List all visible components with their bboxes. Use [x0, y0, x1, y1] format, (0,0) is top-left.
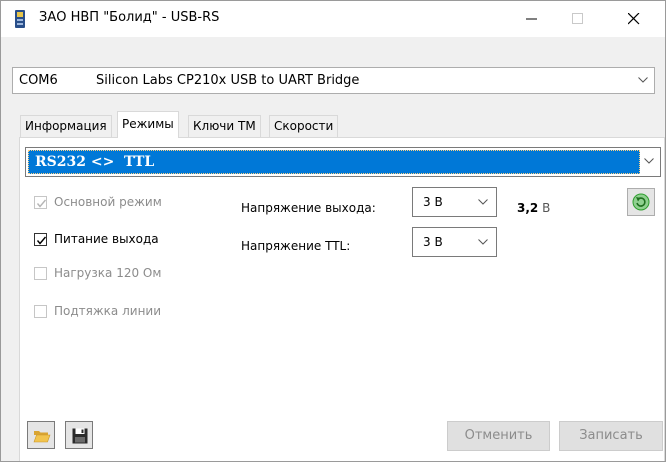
tab-tm-keys[interactable]: Ключи ТМ [188, 115, 261, 137]
check-icon [36, 236, 47, 245]
port-select[interactable]: COM6 Silicon Labs CP210x USB to UART Bri… [12, 67, 655, 94]
usb-device-icon [14, 10, 26, 28]
output-voltage-select[interactable]: 3 В [412, 187, 497, 217]
mode-value: RS232 <> TTL [35, 154, 160, 170]
measured-voltage: 3,2 В [517, 201, 550, 215]
chevron-down-icon [478, 239, 488, 245]
mode-select[interactable]: RS232 <> TTL [25, 147, 661, 177]
main-mode-label: Основной режим [54, 195, 162, 209]
minimize-button[interactable] [509, 1, 555, 37]
port-name: COM6 [19, 73, 58, 88]
modes-panel [19, 137, 665, 461]
chevron-down-icon [638, 77, 648, 83]
ttl-voltage-select[interactable]: 3 В [412, 227, 497, 257]
maximize-icon [572, 13, 583, 24]
measured-voltage-unit: В [542, 201, 551, 215]
load-120-label: Нагрузка 120 Ом [54, 266, 162, 280]
measured-voltage-value: 3,2 [517, 201, 539, 215]
maximize-button[interactable] [555, 1, 601, 37]
minimize-icon [526, 18, 537, 20]
tab-speeds[interactable]: Скорости [269, 115, 339, 137]
save-file-button[interactable] [65, 421, 93, 449]
refresh-icon [632, 193, 650, 211]
close-icon [628, 13, 640, 25]
check-icon [36, 199, 47, 208]
mode-selected-item: RS232 <> TTL [28, 150, 640, 174]
window-title: ЗАО НВП "Болид" - USB-RS [39, 10, 220, 25]
tab-info[interactable]: Информация [20, 115, 112, 137]
write-button[interactable]: Записать [559, 421, 663, 451]
chevron-down-icon [478, 199, 488, 205]
tab-modes[interactable]: Режимы [117, 111, 179, 138]
refresh-voltage-button[interactable] [627, 188, 655, 216]
output-voltage-label: Напряжение выхода: [241, 201, 376, 215]
port-description: Silicon Labs CP210x USB to UART Bridge [96, 73, 360, 88]
save-icon [72, 428, 88, 444]
output-voltage-value: 3 В [423, 195, 443, 209]
ttl-voltage-value: 3 В [423, 235, 443, 249]
title-bar: ЗАО НВП "Болид" - USB-RS [1, 1, 665, 37]
ttl-voltage-label: Напряжение TTL: [241, 239, 351, 253]
cancel-button[interactable]: Отменить [447, 421, 550, 451]
app-window: ЗАО НВП "Болид" - USB-RS COM6 Silicon La… [0, 0, 666, 462]
power-output-label: Питание выхода [54, 232, 159, 246]
line-pullup-label: Подтяжка линии [54, 304, 162, 318]
chevron-down-icon [644, 158, 654, 164]
open-file-button[interactable] [27, 421, 55, 449]
close-button[interactable] [611, 1, 657, 37]
folder-open-icon [33, 431, 51, 443]
